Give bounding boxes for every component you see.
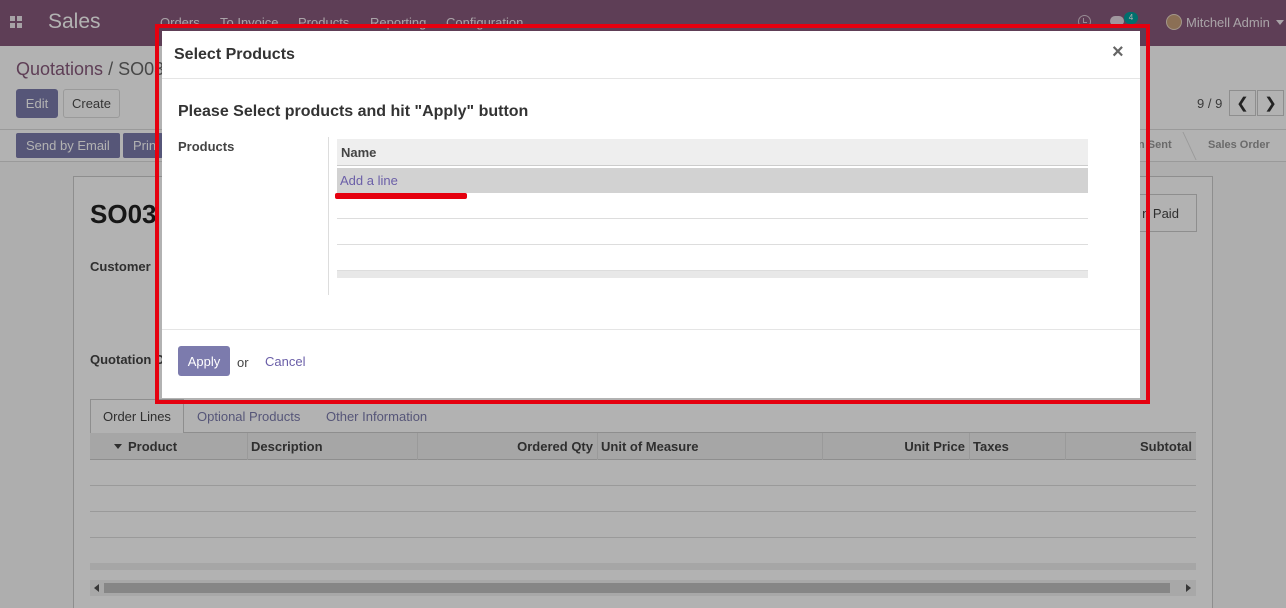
close-icon[interactable]: × — [1112, 41, 1124, 64]
modal-instructions: Please Select products and hit "Apply" b… — [178, 103, 529, 120]
modal-header: Select Products × — [162, 31, 1140, 79]
annotation-underline — [335, 193, 467, 199]
select-products-dialog: Select Products × Please Select products… — [162, 31, 1140, 398]
add-line-row[interactable]: Add a line — [337, 168, 1088, 193]
or-text: or — [237, 355, 249, 370]
field-divider — [328, 137, 329, 295]
cancel-button[interactable]: Cancel — [265, 354, 305, 369]
products-label: Products — [178, 139, 235, 154]
column-name[interactable]: Name — [341, 145, 376, 160]
products-list-footer — [337, 271, 1088, 278]
list-item[interactable] — [337, 219, 1088, 245]
apply-button[interactable]: Apply — [178, 346, 230, 376]
list-item[interactable] — [337, 245, 1088, 271]
modal-title: Select Products — [174, 46, 295, 63]
products-list-header: Name — [337, 139, 1088, 166]
modal-footer: Apply or Cancel — [162, 329, 1140, 398]
add-a-line-link[interactable]: Add a line — [340, 173, 398, 188]
